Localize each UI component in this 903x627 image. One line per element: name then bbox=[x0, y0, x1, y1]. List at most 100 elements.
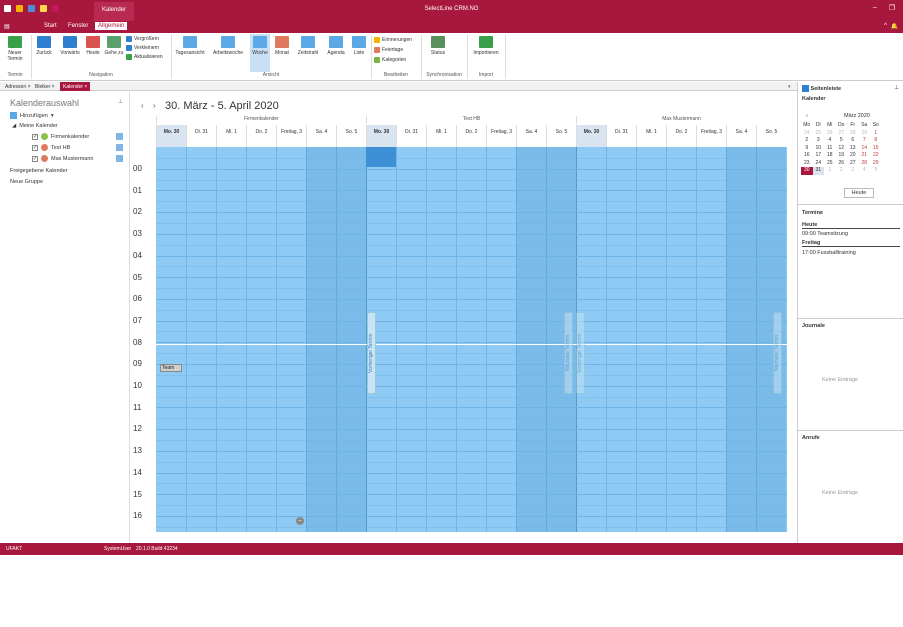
new-termin-button[interactable]: Neuer Termin bbox=[4, 36, 26, 62]
menu-allgemein[interactable]: Allgemein bbox=[95, 22, 128, 30]
mini-day[interactable]: 17 bbox=[813, 152, 825, 160]
day-header[interactable]: Freitag, 3 bbox=[486, 125, 516, 147]
calendar-item-max-mustermann[interactable]: ✓ Max Mustermann bbox=[32, 155, 94, 162]
day-header[interactable]: So. 5 bbox=[546, 125, 576, 147]
day-header[interactable]: Di. 31 bbox=[396, 125, 426, 147]
mini-day[interactable]: 14 bbox=[859, 145, 871, 153]
mini-day[interactable]: 5 bbox=[870, 167, 882, 175]
view-month-button[interactable]: Monat bbox=[272, 36, 292, 56]
calendar-item-test-hb[interactable]: ✓ Test HB bbox=[32, 144, 70, 151]
mini-day[interactable]: 3 bbox=[847, 167, 859, 175]
mini-day[interactable]: 29 bbox=[870, 160, 882, 168]
scroll-down-icon[interactable]: – bbox=[296, 517, 304, 525]
previous-appointment-tab[interactable]: Vorheriger Termin bbox=[576, 312, 585, 394]
mini-day[interactable]: 1 bbox=[870, 130, 882, 138]
today-button[interactable]: Heute bbox=[84, 36, 102, 56]
mini-day[interactable]: 31 bbox=[812, 167, 824, 175]
event-team[interactable]: Team bbox=[160, 364, 182, 372]
mini-day[interactable]: 18 bbox=[824, 152, 836, 160]
calendar-item-firmenkalender[interactable]: ✓ Firmenkalender bbox=[32, 133, 89, 140]
shared-calendars-node[interactable]: Freigegebene Kalender bbox=[10, 168, 68, 174]
mini-day[interactable]: 28 bbox=[847, 130, 859, 138]
next-week-icon[interactable]: › bbox=[153, 101, 156, 110]
mini-day[interactable]: 16 bbox=[801, 152, 813, 160]
forward-button[interactable]: Vorwärts bbox=[58, 36, 82, 56]
view-week-button[interactable]: Woche bbox=[250, 34, 270, 72]
prev-month-icon[interactable]: ‹ bbox=[806, 113, 808, 119]
day-header[interactable]: Mo. 30 bbox=[366, 125, 396, 147]
calendar-color-swatch[interactable] bbox=[116, 155, 123, 162]
holidays-button[interactable]: Feiertage bbox=[374, 47, 403, 53]
file-menu-icon[interactable]: ▤ bbox=[4, 23, 10, 30]
day-header[interactable]: Do. 2 bbox=[246, 125, 276, 147]
pin-icon[interactable]: ⊥ bbox=[894, 85, 899, 91]
tab-bleiker[interactable]: Bleiker × bbox=[32, 82, 58, 91]
day-header[interactable]: Sa. 4 bbox=[516, 125, 546, 147]
day-header[interactable]: Mi. 1 bbox=[216, 125, 246, 147]
day-header[interactable]: Di. 31 bbox=[606, 125, 636, 147]
mini-day[interactable]: 11 bbox=[824, 145, 836, 153]
day-header[interactable]: Mo. 30 bbox=[576, 125, 606, 147]
mini-day[interactable]: 26 bbox=[836, 160, 848, 168]
categories-button[interactable]: Kategorien bbox=[374, 57, 406, 63]
mini-calendar[interactable]: Mo Di Mi Do Fr Sa So 24 25 26 27 28 29 1 2 3 4 5 6 7 8 9 10 11 1… bbox=[801, 122, 903, 175]
mini-day[interactable]: 19 bbox=[836, 152, 848, 160]
mini-day[interactable]: 27 bbox=[836, 130, 848, 138]
mini-day[interactable]: 4 bbox=[859, 167, 871, 175]
previous-appointment-tab[interactable]: Vorheriger Termin bbox=[367, 312, 376, 394]
mini-day[interactable]: 3 bbox=[813, 137, 825, 145]
day-header[interactable]: So. 5 bbox=[336, 125, 366, 147]
day-header[interactable]: Di. 31 bbox=[186, 125, 216, 147]
mini-day[interactable]: 13 bbox=[847, 145, 859, 153]
tab-list-dropdown-icon[interactable]: ▾ bbox=[785, 82, 794, 91]
day-header[interactable]: Sa. 4 bbox=[306, 125, 336, 147]
mini-day[interactable]: 26 bbox=[824, 130, 836, 138]
checkbox[interactable]: ✓ bbox=[32, 133, 38, 140]
my-calendars-node[interactable]: ◢ Meine Kalender bbox=[12, 123, 58, 129]
mini-day[interactable]: 7 bbox=[859, 137, 871, 145]
view-timeline-button[interactable]: Zeitstrahl bbox=[294, 36, 322, 56]
termine-item[interactable]: 17:00 Fussballtraining bbox=[802, 250, 856, 256]
termine-friday-header[interactable]: Freitag bbox=[802, 240, 900, 247]
mini-day[interactable]: 15 bbox=[870, 145, 882, 153]
next-appointment-tab[interactable]: Nächster Termin bbox=[564, 312, 573, 394]
zoom-out-button[interactable]: Verkleinern bbox=[126, 45, 159, 51]
calendar-color-swatch[interactable] bbox=[116, 133, 123, 140]
calendar-color-swatch[interactable] bbox=[116, 144, 123, 151]
mini-day[interactable]: 4 bbox=[824, 137, 836, 145]
tab-adressen[interactable]: Adressen × bbox=[2, 82, 33, 91]
reminders-button[interactable]: Erinnerungen bbox=[374, 37, 412, 43]
view-day-button[interactable]: Tagesansicht bbox=[174, 36, 206, 56]
day-header[interactable]: Do. 2 bbox=[666, 125, 696, 147]
day-header[interactable]: So. 5 bbox=[756, 125, 786, 147]
time-grid[interactable]: Team Vorheriger Termin Nächster Termin V… bbox=[156, 147, 787, 532]
mini-day[interactable]: 12 bbox=[836, 145, 848, 153]
mini-day[interactable]: 5 bbox=[836, 137, 848, 145]
next-appointment-tab[interactable]: Nächster Termin bbox=[773, 312, 782, 394]
mini-day[interactable]: 22 bbox=[870, 152, 882, 160]
mini-day[interactable]: 30 bbox=[801, 167, 813, 175]
refresh-button[interactable]: Aktualisieren bbox=[126, 54, 163, 60]
view-workweek-button[interactable]: Arbeitswoche bbox=[208, 36, 248, 56]
day-header[interactable]: Sa. 4 bbox=[726, 125, 756, 147]
day-header[interactable]: Do. 2 bbox=[456, 125, 486, 147]
mini-today-button[interactable]: Heute bbox=[844, 188, 874, 198]
day-header[interactable]: Freitag, 3 bbox=[276, 125, 306, 147]
collapse-ribbon-icon[interactable]: ^ bbox=[884, 23, 887, 29]
checkbox[interactable]: ✓ bbox=[32, 155, 38, 162]
bell-icon[interactable]: 🔔 bbox=[891, 23, 898, 30]
termine-today-header[interactable]: Heute bbox=[802, 222, 900, 229]
new-group-node[interactable]: Neue Gruppe bbox=[10, 179, 43, 185]
mini-day[interactable]: 24 bbox=[801, 130, 813, 138]
menu-start[interactable]: Start bbox=[44, 23, 57, 29]
mini-day[interactable]: 24 bbox=[813, 160, 825, 168]
minimize-icon[interactable]: – bbox=[873, 4, 877, 12]
tab-kalender[interactable]: Kalender × bbox=[60, 82, 91, 91]
zoom-in-button[interactable]: Vergrößern bbox=[126, 36, 159, 42]
mini-day[interactable]: 21 bbox=[859, 152, 871, 160]
mini-day[interactable]: 28 bbox=[859, 160, 871, 168]
prev-week-icon[interactable]: ‹ bbox=[141, 101, 144, 110]
day-header[interactable]: Freitag, 3 bbox=[696, 125, 726, 147]
pin-icon[interactable]: ⊥ bbox=[118, 99, 123, 105]
menu-fenster[interactable]: Fenster bbox=[68, 23, 88, 29]
